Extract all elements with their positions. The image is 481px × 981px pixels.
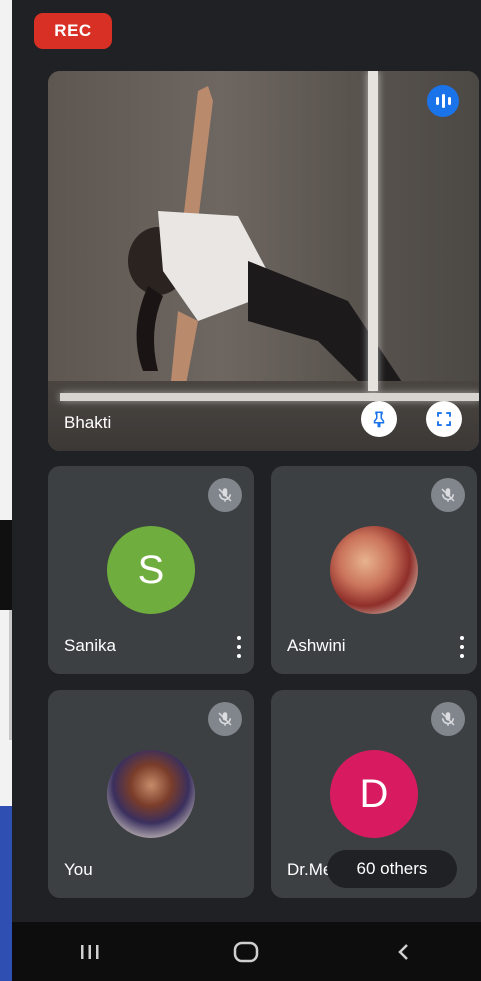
edge-blue-block xyxy=(0,806,12,981)
edge-dark-block xyxy=(0,520,12,610)
mic-off-icon xyxy=(431,478,465,512)
participant-name: Dr.Me xyxy=(287,860,333,879)
avatar xyxy=(330,526,418,614)
participant-tile-ashwini[interactable]: Ashwini xyxy=(271,466,477,674)
main-video-tile[interactable]: Bhakti xyxy=(48,71,479,451)
more-options-button[interactable] xyxy=(236,636,242,658)
background-light xyxy=(368,71,378,391)
system-nav-bar xyxy=(12,922,481,981)
home-button[interactable] xyxy=(216,932,276,972)
avatar-initial: S xyxy=(137,547,165,592)
background-app-edge xyxy=(0,0,12,981)
avatar-initial: D xyxy=(359,771,389,816)
mic-off-icon xyxy=(208,702,242,736)
avatar xyxy=(107,750,195,838)
mic-off-icon xyxy=(208,478,242,512)
avatar: S xyxy=(107,526,195,614)
back-button[interactable] xyxy=(373,932,433,972)
participant-name: You xyxy=(64,860,93,879)
recents-button[interactable] xyxy=(60,932,120,972)
avatar: D xyxy=(330,750,418,838)
main-participant-name: Bhakti xyxy=(64,413,112,432)
meeting-screen: REC Bhakti S Sanika Ashwini You D Dr.Me … xyxy=(12,0,481,981)
floor xyxy=(48,381,479,451)
more-options-button[interactable] xyxy=(459,636,465,658)
fullscreen-button[interactable] xyxy=(426,401,462,437)
home-icon xyxy=(234,941,259,962)
pin-icon xyxy=(373,411,385,428)
recording-label: REC xyxy=(54,21,92,40)
participant-tile-sanika[interactable]: S Sanika xyxy=(48,466,254,674)
fullscreen-icon xyxy=(437,412,451,426)
participant-name: Sanika xyxy=(64,636,116,655)
floor-light xyxy=(60,393,479,401)
recording-badge: REC xyxy=(34,13,112,49)
mic-off-icon xyxy=(431,702,465,736)
others-count-pill[interactable]: 60 others xyxy=(327,850,457,888)
pin-button[interactable] xyxy=(361,401,397,437)
participant-name: Ashwini xyxy=(287,636,346,655)
others-label: 60 others xyxy=(356,859,428,878)
recents-icon xyxy=(81,944,99,959)
talking-indicator-icon xyxy=(427,85,459,117)
back-icon xyxy=(398,943,408,960)
participant-tile-you[interactable]: You xyxy=(48,690,254,898)
